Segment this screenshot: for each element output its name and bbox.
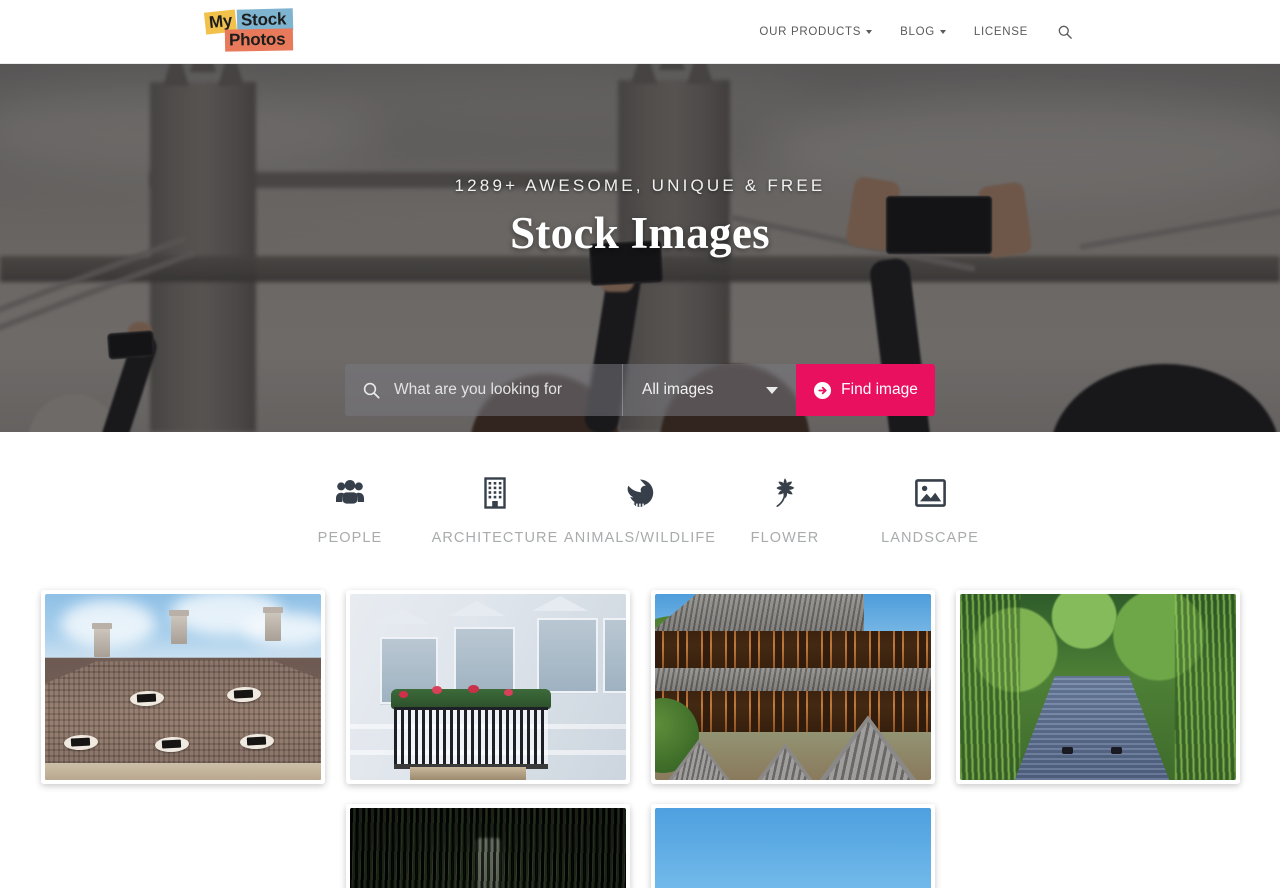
search-icon <box>363 382 380 399</box>
nav-item-license[interactable]: LICENSE <box>960 26 1042 38</box>
main-navigation: OUR PRODUCTS BLOG LICENSE <box>745 0 1084 64</box>
gallery-item[interactable] <box>955 590 1240 784</box>
header-search-button[interactable] <box>1042 25 1084 39</box>
site-logo[interactable]: My Stock Photos <box>203 8 314 53</box>
hero-title: Stock Images <box>510 208 770 258</box>
chevron-down-icon <box>866 30 873 34</box>
category-flower[interactable]: FLOWER <box>713 476 858 546</box>
gallery-thumbnail <box>44 594 321 780</box>
category-label: PEOPLE <box>317 530 383 546</box>
nav-item-blog[interactable]: BLOG <box>886 26 960 38</box>
category-people[interactable]: PEOPLE <box>278 476 423 546</box>
category-landscape[interactable]: LANDSCAPE <box>858 476 1003 546</box>
leaf-icon <box>771 476 799 510</box>
people-group-icon <box>335 476 365 510</box>
gallery-thumbnail <box>349 594 626 780</box>
find-image-button[interactable]: Find image <box>796 364 935 416</box>
gallery-item[interactable] <box>650 804 935 888</box>
building-icon <box>482 476 508 510</box>
gallery-item[interactable] <box>40 590 325 784</box>
category-animals-wildlife[interactable]: ANIMALS/WILDLIFE <box>564 476 715 546</box>
hero-search-bar: All images Find image <box>345 364 935 416</box>
gallery-thumbnail <box>959 594 1236 780</box>
image-type-select[interactable]: All images <box>623 364 796 416</box>
gallery-thumbnail <box>349 808 626 888</box>
logo-tag-photos: Photos <box>224 28 294 52</box>
category-label: ARCHITECTURE <box>431 530 559 546</box>
category-label: LANDSCAPE <box>881 530 979 546</box>
nav-item-label: OUR PRODUCTS <box>759 26 862 38</box>
category-label: FLOWER <box>750 530 820 546</box>
nav-item-our-products[interactable]: OUR PRODUCTS <box>745 26 886 38</box>
gallery-thumbnail <box>654 594 931 780</box>
category-label: ANIMALS/WILDLIFE <box>563 530 717 546</box>
search-input[interactable] <box>392 364 622 416</box>
animal-icon <box>625 476 655 510</box>
image-gallery <box>0 546 1280 888</box>
nav-item-label: LICENSE <box>973 26 1028 38</box>
site-header: My Stock Photos OUR PRODUCTS BLOG LICENS… <box>0 0 1280 64</box>
search-input-wrapper <box>345 364 623 416</box>
chevron-down-icon <box>766 386 778 394</box>
hero-section: 1289+ AWESOME, UNIQUE & FREE Stock Image… <box>0 64 1280 432</box>
arrow-right-circle-icon <box>814 381 832 399</box>
image-frame-icon <box>914 476 946 510</box>
nav-item-label: BLOG <box>900 26 935 38</box>
image-type-selected-label: All images <box>642 381 714 398</box>
hero-kicker: 1289+ AWESOME, UNIQUE & FREE <box>454 176 826 195</box>
gallery-item[interactable] <box>345 590 630 784</box>
category-nav: PEOPLE ARCHITECTURE ANIMALS/WILDLIFE FLO… <box>0 432 1280 546</box>
gallery-item[interactable] <box>650 590 935 784</box>
category-architecture[interactable]: ARCHITECTURE <box>423 476 568 546</box>
search-icon <box>1058 25 1072 39</box>
find-image-button-label: Find image <box>841 381 918 398</box>
gallery-item[interactable] <box>345 804 630 888</box>
gallery-thumbnail <box>654 808 931 888</box>
chevron-down-icon <box>939 30 946 34</box>
